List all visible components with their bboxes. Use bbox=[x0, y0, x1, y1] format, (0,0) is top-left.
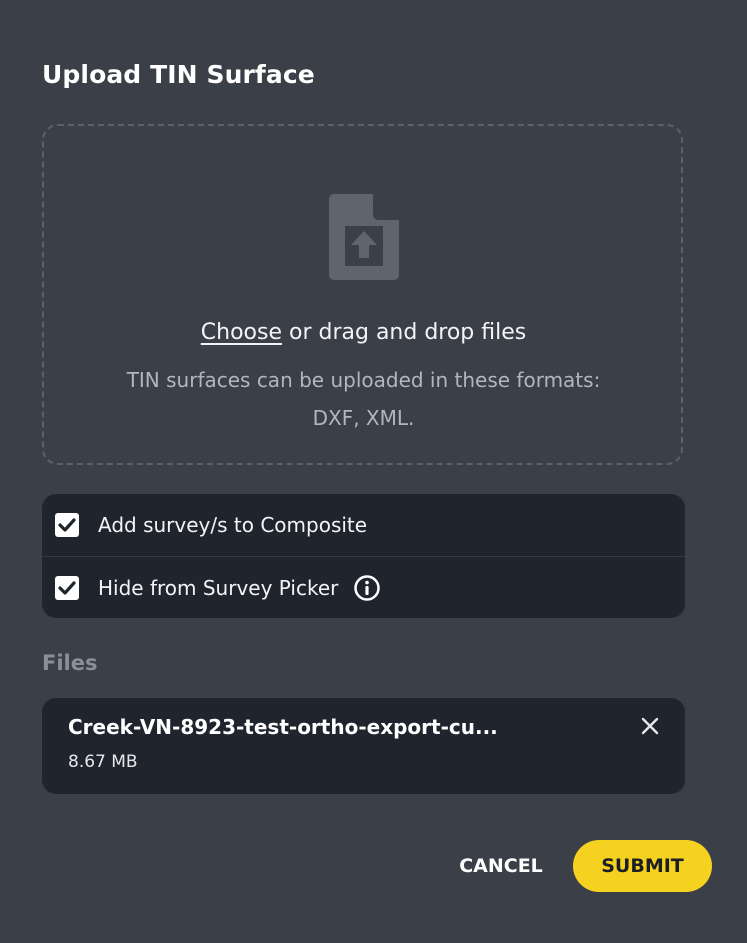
dropzone-format-hint: TIN surfaces can be uploaded in these fo… bbox=[0, 361, 727, 437]
option-hide-from-picker[interactable]: Hide from Survey Picker bbox=[42, 556, 685, 618]
upload-options: Add survey/s to Composite Hide from Surv… bbox=[42, 494, 685, 618]
file-size: 8.67 MB bbox=[68, 752, 138, 772]
dialog-title: Upload TIN Surface bbox=[42, 60, 315, 89]
file-upload-icon bbox=[329, 194, 399, 280]
option-label: Hide from Survey Picker bbox=[98, 576, 339, 600]
dropzone-drag-text: or drag and drop files bbox=[282, 320, 527, 345]
cancel-button[interactable]: CANCEL bbox=[442, 846, 560, 886]
checkmark-icon bbox=[58, 581, 76, 595]
checkmark-icon bbox=[58, 518, 76, 532]
info-icon[interactable] bbox=[353, 574, 381, 602]
hide-from-picker-checkbox[interactable] bbox=[55, 576, 79, 600]
add-to-composite-checkbox[interactable] bbox=[55, 513, 79, 537]
close-icon[interactable] bbox=[640, 716, 660, 736]
format-hint-line2: DXF, XML. bbox=[312, 406, 415, 430]
dropzone-prompt: Choose or drag and drop files bbox=[0, 320, 727, 345]
option-add-to-composite[interactable]: Add survey/s to Composite bbox=[42, 494, 685, 556]
submit-button[interactable]: SUBMIT bbox=[573, 840, 712, 892]
choose-files-link[interactable]: Choose bbox=[201, 320, 282, 345]
files-heading: Files bbox=[42, 651, 98, 675]
option-label: Add survey/s to Composite bbox=[98, 513, 368, 537]
format-hint-line1: TIN surfaces can be uploaded in these fo… bbox=[126, 368, 601, 392]
file-item: Creek-VN-8923-test-ortho-export-cu... 8.… bbox=[42, 698, 685, 794]
file-name: Creek-VN-8923-test-ortho-export-cu... bbox=[68, 715, 498, 739]
upload-tin-surface-dialog: Upload TIN Surface Choose or drag and dr… bbox=[0, 0, 747, 943]
